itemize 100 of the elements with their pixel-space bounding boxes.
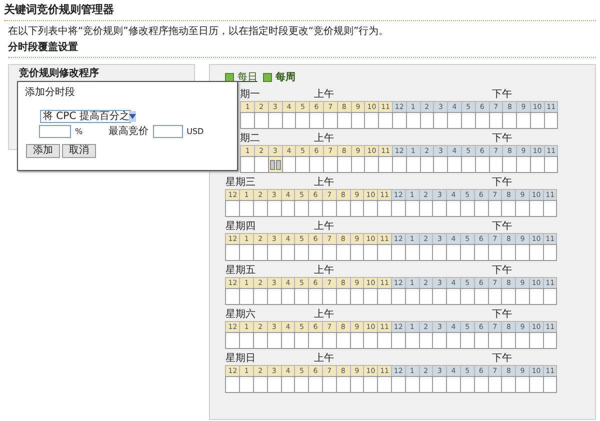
time-slot[interactable]: [406, 112, 421, 129]
time-slot[interactable]: [336, 244, 351, 261]
time-slot[interactable]: [254, 156, 269, 173]
time-slot[interactable]: [404, 332, 420, 349]
time-slot[interactable]: [294, 244, 310, 261]
time-slot[interactable]: [446, 200, 461, 217]
time-slot[interactable]: [308, 288, 323, 305]
time-slot[interactable]: [363, 200, 378, 217]
time-slot[interactable]: [336, 376, 351, 393]
time-slot[interactable]: [295, 156, 310, 173]
time-slot[interactable]: [542, 288, 558, 305]
time-slot[interactable]: [474, 156, 490, 173]
time-slot[interactable]: [544, 156, 558, 173]
time-slot[interactable]: [404, 376, 420, 393]
time-slot[interactable]: [515, 288, 530, 305]
time-slot[interactable]: [515, 332, 530, 349]
max-bid-field[interactable]: [152, 125, 183, 138]
time-slot[interactable]: [474, 288, 488, 305]
time-slot[interactable]: [336, 156, 352, 173]
time-slot[interactable]: [378, 156, 393, 173]
time-slot[interactable]: [239, 332, 254, 349]
time-slot[interactable]: [252, 244, 268, 261]
time-slot[interactable]: [363, 332, 378, 349]
time-slot[interactable]: [322, 376, 337, 393]
time-slot[interactable]: [530, 156, 545, 173]
time-slot[interactable]: [239, 200, 254, 217]
time-slot[interactable]: [432, 332, 448, 349]
time-slot[interactable]: [322, 244, 337, 261]
time-slot[interactable]: [447, 156, 462, 173]
time-slot[interactable]: [502, 112, 518, 129]
time-slot[interactable]: [390, 332, 406, 349]
time-slot[interactable]: [378, 112, 393, 129]
time-slot[interactable]: [336, 288, 351, 305]
time-slot[interactable]: [308, 332, 323, 349]
dialog-button[interactable]: 添加: [26, 144, 60, 158]
time-slot[interactable]: [516, 112, 531, 129]
time-slot[interactable]: [446, 332, 461, 349]
time-slot[interactable]: [390, 200, 406, 217]
time-slot[interactable]: [446, 244, 461, 261]
time-slot[interactable]: [390, 376, 406, 393]
time-slot[interactable]: [528, 332, 544, 349]
time-slot[interactable]: [294, 376, 310, 393]
time-slot[interactable]: [377, 244, 392, 261]
time-slot[interactable]: [528, 288, 544, 305]
time-slot[interactable]: [308, 244, 323, 261]
time-slot[interactable]: [266, 200, 282, 217]
view-tab[interactable]: 每周: [275, 70, 296, 85]
time-slot[interactable]: [515, 244, 530, 261]
time-slot[interactable]: [377, 332, 392, 349]
time-slot[interactable]: [515, 376, 530, 393]
time-slot[interactable]: [239, 376, 254, 393]
time-slot[interactable]: [266, 244, 282, 261]
time-slot[interactable]: [364, 112, 380, 129]
time-slot[interactable]: [308, 200, 323, 217]
time-slot[interactable]: [239, 288, 254, 305]
time-slot[interactable]: [390, 244, 406, 261]
time-slot[interactable]: [225, 200, 240, 217]
time-slot[interactable]: [363, 376, 378, 393]
time-slot[interactable]: [336, 200, 351, 217]
time-slot[interactable]: [240, 112, 255, 129]
time-slot[interactable]: [392, 156, 407, 173]
time-slot[interactable]: [474, 112, 490, 129]
time-slot[interactable]: [322, 112, 338, 129]
time-slot[interactable]: [528, 244, 544, 261]
time-slot[interactable]: [404, 288, 420, 305]
time-slot[interactable]: [336, 112, 352, 129]
time-slot[interactable]: [252, 376, 268, 393]
time-slot[interactable]: [542, 376, 558, 393]
time-slot[interactable]: [266, 332, 282, 349]
time-slot[interactable]: [240, 156, 255, 173]
time-slot[interactable]: [432, 376, 448, 393]
time-slot[interactable]: [239, 244, 254, 261]
dropdown-icon[interactable]: [129, 111, 136, 122]
time-slot[interactable]: [460, 332, 475, 349]
time-slot[interactable]: [460, 156, 476, 173]
time-slot[interactable]: [266, 288, 282, 305]
time-slot[interactable]: [501, 244, 516, 261]
time-slot[interactable]: [501, 376, 516, 393]
time-slot[interactable]: [446, 288, 461, 305]
time-slot[interactable]: [377, 376, 392, 393]
time-slot[interactable]: [254, 112, 269, 129]
time-slot[interactable]: [474, 200, 488, 217]
time-slot[interactable]: [460, 112, 476, 129]
time-slot[interactable]: [432, 200, 448, 217]
time-slot[interactable]: [544, 112, 558, 129]
time-slot[interactable]: [530, 112, 545, 129]
time-slot[interactable]: [294, 332, 310, 349]
time-slot[interactable]: [501, 200, 516, 217]
time-slot[interactable]: [460, 200, 475, 217]
time-slot[interactable]: [501, 288, 516, 305]
time-slot[interactable]: [308, 376, 323, 393]
time-slot[interactable]: [363, 288, 378, 305]
time-slot[interactable]: [225, 332, 240, 349]
time-slot[interactable]: [433, 156, 448, 173]
time-slot[interactable]: [364, 156, 380, 173]
time-slot[interactable]: [432, 288, 448, 305]
time-slot[interactable]: [322, 332, 337, 349]
time-slot[interactable]: [392, 112, 407, 129]
time-slot[interactable]: [432, 244, 448, 261]
time-slot[interactable]: [309, 112, 324, 129]
